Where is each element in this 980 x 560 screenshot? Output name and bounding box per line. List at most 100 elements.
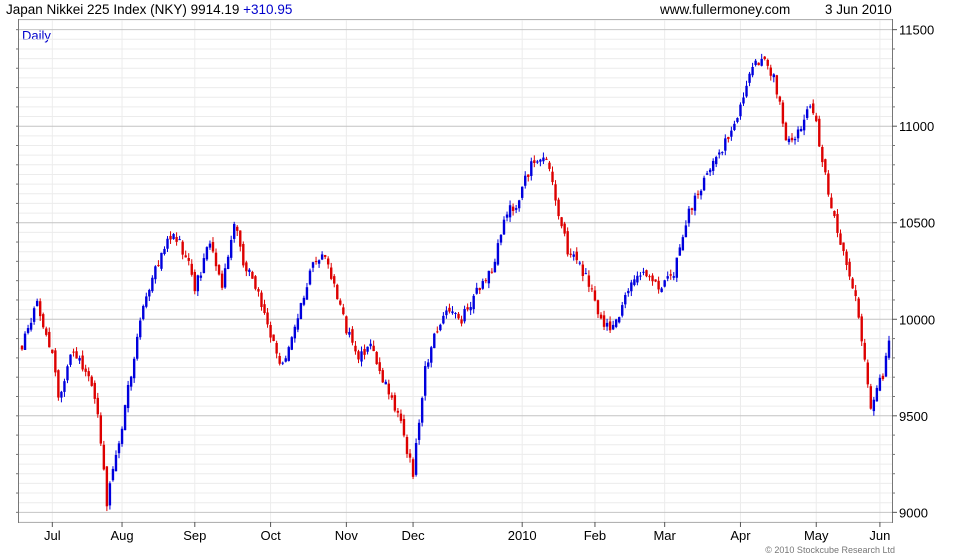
candle-body: [102, 444, 106, 470]
candle-body: [551, 171, 554, 183]
candle-body: [269, 325, 272, 338]
candle-body: [639, 275, 642, 277]
candle-body: [590, 288, 594, 290]
candle-body: [693, 195, 697, 211]
candle-body: [254, 276, 257, 289]
candle-body: [881, 375, 885, 380]
candle-body: [805, 109, 809, 118]
candle-body: [172, 234, 175, 240]
candle-body: [105, 466, 109, 507]
candle-body: [763, 56, 766, 59]
candle-body: [48, 331, 51, 348]
candle-body: [484, 280, 488, 282]
candle-body: [815, 115, 818, 122]
candle-body: [217, 265, 221, 275]
x-tick-label: 2010: [508, 528, 537, 543]
candle-body: [387, 383, 391, 395]
candle-body: [420, 398, 424, 423]
candle-body: [196, 275, 200, 292]
candle-body: [514, 208, 518, 210]
candle-body: [323, 255, 327, 257]
candle-body: [305, 287, 309, 300]
candle-body: [675, 257, 678, 278]
candle-body: [257, 289, 260, 292]
candle-body: [466, 307, 469, 310]
y-tick-label: 11500: [899, 23, 934, 38]
candle-body: [236, 226, 239, 231]
candle-body: [445, 310, 448, 316]
candle-body: [181, 241, 184, 255]
candle-body: [26, 328, 30, 333]
candle-body: [781, 102, 785, 124]
candle-body: [530, 161, 533, 176]
candle-body: [375, 352, 378, 365]
candle-body: [687, 208, 691, 224]
candle-body: [593, 290, 597, 301]
candle-body: [502, 219, 506, 235]
candle-body: [384, 381, 387, 385]
candle-body: [393, 395, 397, 411]
candle-body: [566, 231, 569, 255]
candle-body: [651, 275, 654, 282]
candle-body: [245, 262, 248, 272]
candle-body: [93, 382, 96, 399]
candle-body: [742, 97, 745, 104]
candle-body: [223, 268, 227, 288]
candle-body: [414, 442, 418, 475]
candle-body: [833, 210, 836, 217]
candle-body: [272, 334, 275, 342]
candle-body: [157, 264, 160, 267]
candle-body: [299, 303, 303, 320]
candle-body: [490, 271, 494, 273]
candle-body: [263, 304, 266, 314]
candle-body: [736, 118, 739, 122]
candle-body: [60, 391, 63, 398]
candle-body: [29, 322, 33, 330]
candle-body: [402, 419, 406, 436]
candle-body: [836, 214, 839, 233]
candle-body: [790, 137, 794, 141]
candle-body: [117, 443, 121, 454]
candle-body: [142, 305, 145, 319]
candle-body: [251, 271, 254, 279]
candle-body: [493, 261, 497, 273]
candle-body: [481, 281, 484, 289]
candle-body: [821, 146, 824, 163]
x-tick-label: Feb: [584, 528, 606, 543]
candle-body: [678, 247, 682, 256]
candle-body: [775, 75, 779, 95]
candle-body: [69, 354, 72, 365]
candle-body: [408, 453, 412, 458]
candle-body: [248, 269, 251, 272]
candle-body: [423, 366, 427, 396]
candle-body: [339, 300, 342, 305]
candle-body: [636, 275, 639, 283]
candle-body: [211, 242, 215, 252]
candle-body: [799, 128, 803, 132]
candlestick-chart: 9000 9500 10000 10500 11000 11500 Jul Aug Sep Oct…: [16, 19, 935, 543]
candle-body: [472, 295, 475, 310]
candle-body: [242, 243, 245, 266]
candle-body: [560, 217, 563, 227]
candle-body: [715, 157, 718, 165]
candle-body: [596, 300, 600, 315]
candle-body: [411, 459, 415, 477]
candle-body: [199, 275, 203, 278]
candle-body: [572, 254, 575, 257]
candle-body: [557, 199, 560, 217]
candle-body: [608, 321, 612, 331]
candle-body: [151, 277, 154, 292]
candle-body: [793, 138, 797, 141]
candle-body: [378, 362, 381, 371]
y-tick-label: 10500: [899, 216, 935, 231]
candle-body: [357, 351, 360, 360]
candle-body: [845, 251, 848, 266]
candle-body: [184, 255, 187, 258]
candle-body: [120, 428, 124, 444]
candle-body: [784, 122, 788, 141]
candle-body: [724, 138, 727, 151]
candle-body: [333, 276, 336, 284]
candle-body: [602, 315, 606, 327]
candle-body: [872, 399, 876, 412]
candle-body: [657, 280, 660, 290]
